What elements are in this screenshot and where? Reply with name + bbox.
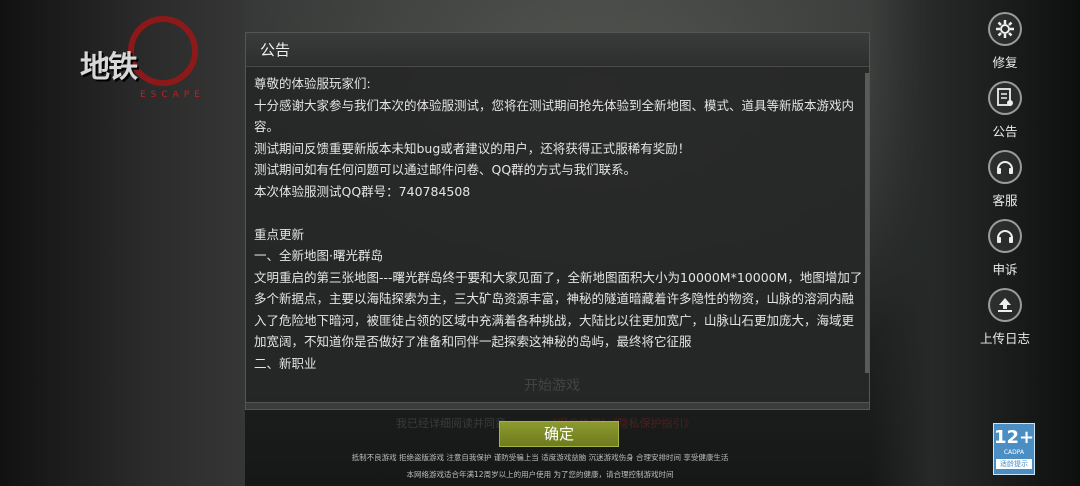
announcement-line: 尊敬的体验服玩家们: bbox=[254, 76, 371, 91]
health-notice-line1: 抵制不良游戏 拒绝盗版游戏 注意自我保护 谨防受骗上当 适度游戏益脑 沉迷游戏伤… bbox=[351, 453, 729, 462]
menu-announcement[interactable]: 公告 bbox=[966, 81, 1044, 143]
age-rating-org: CADPA bbox=[1003, 449, 1025, 456]
announcement-line: 本次体验服测试QQ群号：740784508 bbox=[254, 183, 471, 199]
announcement-dialog: 公告 尊敬的体验服玩家们: 十分感谢大家参与我们本次的体验服测试，您将在测试期间… bbox=[245, 32, 870, 430]
announcement-line: 测试期间如有任何问题可以通过邮件问卷、QQ群的方式与我们联系。 bbox=[254, 162, 637, 177]
dialog-title: 公告 bbox=[260, 41, 291, 59]
announcement-line: 一、全新地图·曙光群岛 bbox=[254, 248, 383, 263]
age-rating-text: 适龄提示 bbox=[996, 459, 1032, 469]
announcement-line: 重点更新 bbox=[254, 226, 305, 242]
age-rating-badge[interactable]: 12+ CADPA 适龄提示 bbox=[993, 423, 1035, 475]
logo-biohazard-ring bbox=[128, 16, 198, 86]
menu-appeal[interactable]: 申诉 bbox=[966, 219, 1044, 281]
health-notice-line2: 本网络游戏适合年满12周岁以上的用户使用 为了您的健康，请合理控制游戏时间 bbox=[406, 470, 674, 479]
menu-label: 上传日志 bbox=[979, 331, 1030, 346]
announcement-line: 十分感谢大家参与我们本次的体验服测试，您将在测试期间抢先体验到全新地图、模式、道… bbox=[254, 97, 855, 135]
gear-icon bbox=[988, 12, 1022, 46]
upload-icon bbox=[988, 288, 1022, 322]
dialog-header: 公告 bbox=[246, 33, 869, 67]
menu-label: 客服 bbox=[992, 193, 1018, 208]
menu-label: 修复 bbox=[992, 55, 1018, 70]
logo-text: 地铁 bbox=[80, 50, 138, 85]
start-game-behind: 开始游戏 bbox=[524, 378, 580, 394]
dialog-footer-strip bbox=[246, 402, 869, 409]
announcement-line: 测试期间反馈重要新版本未知bug或者建议的用户，还将获得正式服稀有奖励！ bbox=[254, 140, 691, 156]
headset-icon bbox=[988, 150, 1022, 184]
game-logo: 地铁 ESCAPE bbox=[80, 10, 220, 100]
notice-icon bbox=[988, 81, 1022, 115]
menu-customer-service[interactable]: 客服 bbox=[966, 150, 1044, 212]
menu-label: 公告 bbox=[992, 124, 1018, 139]
announcement-line: 文明重启的第三张地图---曙光群岛终于要和大家见面了，全新地图面积大小为1000… bbox=[254, 269, 863, 350]
agreement-checkbox-behind: 我已经详细阅读并同意 bbox=[396, 417, 506, 430]
menu-upload-log[interactable]: 上传日志 bbox=[966, 288, 1044, 350]
logo-subtext: ESCAPE bbox=[140, 90, 205, 100]
age-rating-number: 12+ bbox=[994, 427, 1035, 448]
menu-repair[interactable]: 修复 bbox=[966, 12, 1044, 74]
headset-icon bbox=[988, 219, 1022, 253]
scrollbar[interactable] bbox=[865, 73, 869, 373]
announcement-content[interactable]: 尊敬的体验服玩家们: 十分感谢大家参与我们本次的体验服测试，您将在测试期间抢先体… bbox=[254, 73, 863, 381]
menu-label: 申诉 bbox=[992, 262, 1018, 277]
announcement-line: 二、新职业 bbox=[254, 355, 317, 371]
confirm-button[interactable]: 确定 bbox=[499, 421, 619, 447]
